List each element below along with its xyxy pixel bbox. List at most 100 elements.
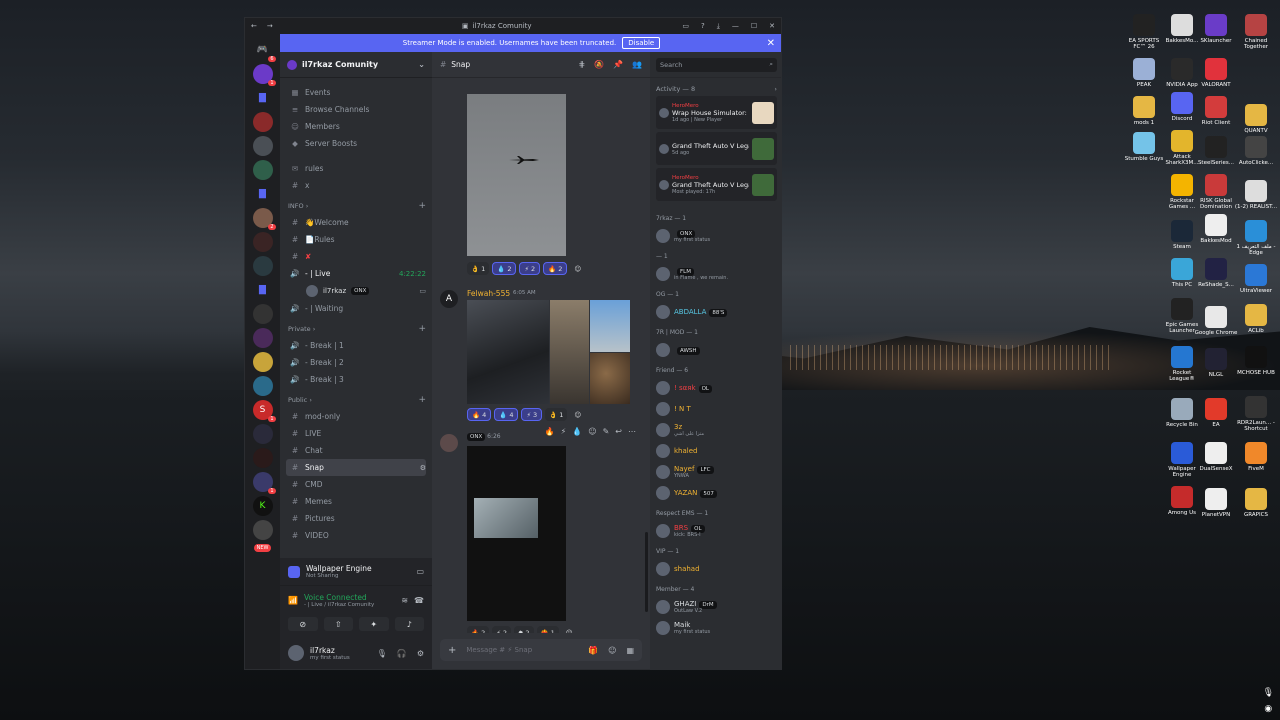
desktop-shortcut[interactable]: (1-2) REALIST... (1234, 180, 1278, 210)
reaction[interactable]: 👌 1 (545, 408, 568, 421)
channel-pictures[interactable]: # Pictures (286, 510, 426, 527)
member-list-icon[interactable]: 👥 (632, 60, 642, 69)
activity-card[interactable]: HeroMeroWrap House Simulator: Pro...1d a… (656, 96, 777, 129)
disconnect-icon[interactable]: ☎ (414, 596, 424, 605)
server-icon[interactable] (252, 256, 273, 276)
desktop-shortcut[interactable]: SKlauncher (1194, 14, 1238, 44)
activity-card[interactable]: HeroMeroGrand Theft Auto V LegacyMost pl… (656, 168, 777, 201)
wallpaper-engine-activity[interactable]: Wallpaper Engine Not Sharing ▭ (280, 558, 432, 586)
discord-home-icon[interactable]: 🎮 6 (253, 40, 276, 62)
channel-mod-only[interactable]: # mod-only (286, 408, 426, 425)
attachment-video[interactable] (467, 446, 566, 621)
desktop-shortcut[interactable]: PlanetVPN (1194, 488, 1238, 518)
reaction[interactable]: 🔥 2 (543, 262, 568, 275)
reaction[interactable]: 💧 2 (492, 262, 517, 275)
member-item[interactable]: shahad (650, 558, 781, 579)
server-icon[interactable] (252, 232, 273, 252)
mute-icon[interactable]: 🔕 (594, 60, 604, 69)
desktop-shortcut[interactable]: EA (1194, 398, 1238, 428)
voice-member[interactable]: il7rkaz ONX ▭ (286, 282, 426, 300)
desktop-shortcut[interactable]: VALORANT (1194, 58, 1238, 88)
desktop-shortcut[interactable]: ReShade_S... (1194, 258, 1238, 288)
desktop-shortcut[interactable]: RISK Global Domination (1194, 174, 1238, 211)
plus-icon[interactable]: + (418, 395, 426, 405)
reaction-fire-icon[interactable]: 🔥 (545, 427, 555, 436)
camera-button[interactable]: ⊘ (288, 617, 318, 631)
banner-close-icon[interactable]: ✕ (767, 38, 775, 49)
server-icon[interactable]: 1 (252, 472, 276, 494)
folder-icon[interactable]: ▇ (253, 280, 273, 300)
activities-button[interactable]: ✦ (359, 617, 389, 631)
desktop-shortcut[interactable]: FiveM (1234, 442, 1278, 472)
channel-memes[interactable]: # Memes (286, 493, 426, 510)
settings-icon[interactable]: ⚙ (417, 649, 424, 658)
reaction[interactable]: 🔥 2 (467, 626, 490, 633)
add-reaction-icon[interactable]: ☺ (588, 427, 596, 436)
channel-snap[interactable]: # Snap ⚙ (286, 459, 426, 476)
server-icon[interactable] (252, 520, 273, 540)
reply-icon[interactable]: ↩ (615, 427, 622, 436)
server-icon[interactable] (252, 160, 273, 180)
category-public[interactable]: Public › + (286, 392, 426, 408)
microphone-tray-icon[interactable]: 🎙 (1263, 688, 1274, 698)
reaction[interactable]: 💧 4 (494, 408, 519, 421)
folder-icon[interactable]: ▇ (253, 184, 273, 204)
server-header[interactable]: il7rkaz Comunity ⌄ (280, 52, 432, 78)
channel-emoji[interactable]: # ✘ (286, 248, 426, 265)
channel-video[interactable]: # VIDEO (286, 527, 426, 544)
reaction[interactable]: 🔥 4 (467, 408, 492, 421)
channel-welcome[interactable]: # 👋Welcome (286, 214, 426, 231)
desktop-shortcut[interactable]: AutoClicke... (1234, 136, 1278, 166)
member-item[interactable]: 3z متزا على اشي (650, 419, 781, 440)
desktop-shortcut[interactable]: Google Chrome (1194, 306, 1238, 336)
search-input[interactable]: Search ⌕ (656, 57, 777, 72)
desktop-shortcut[interactable]: QUANTV (1234, 104, 1278, 134)
nav-browse-channels[interactable]: ≡ Browse Channels (286, 101, 426, 118)
back-icon[interactable]: ← (251, 22, 257, 30)
desktop-shortcut[interactable]: MCHOSE HUB (1234, 346, 1278, 376)
server-icon[interactable]: 2 (252, 208, 276, 230)
plus-icon[interactable]: + (418, 201, 426, 211)
member-item[interactable]: YAZAN 507 (650, 482, 781, 503)
kick-server-icon[interactable]: K (252, 496, 273, 516)
gift-icon[interactable]: 🎁 (588, 646, 598, 655)
desktop-shortcut[interactable]: SteelSeries... (1194, 136, 1238, 166)
soundboard-button[interactable]: ♪ (394, 617, 424, 631)
member-item[interactable]: FLM in Flame , we remain. (650, 263, 781, 284)
invite-icon[interactable]: ⚙ (420, 464, 426, 472)
category-private[interactable]: Private › + (286, 321, 426, 337)
voice-connected-status[interactable]: 📶 Voice Connected - | Live / il7rkaz Comun… (280, 586, 432, 614)
desktop-shortcut[interactable]: ملف التعريف 1 - Edge (1234, 220, 1278, 257)
server-icon[interactable] (252, 304, 273, 324)
member-item[interactable]: Maik my first status (650, 617, 781, 638)
member-item[interactable]: AWSH (650, 339, 781, 360)
member-item[interactable]: ! ѕαяk OL (650, 377, 781, 398)
reaction[interactable]: ⚡ 2 (492, 626, 511, 633)
gallery-image[interactable] (590, 300, 630, 352)
activity-card[interactable]: Grand Theft Auto V Legacy5d ago (656, 132, 777, 165)
nav-members[interactable]: ☺ Members (286, 118, 426, 135)
channel-rules-info[interactable]: # 📄Rules (286, 231, 426, 248)
close-button[interactable]: ✕ (769, 22, 775, 31)
desktop-shortcut[interactable]: GRAPICS (1234, 488, 1278, 518)
desktop-shortcut[interactable]: NLGL (1194, 348, 1238, 378)
avatar[interactable] (440, 434, 458, 452)
avatar[interactable]: A (440, 290, 458, 308)
nav-server-boosts[interactable]: ◆ Server Boosts (286, 135, 426, 152)
member-item[interactable]: ONX my first status (650, 225, 781, 246)
headphones-icon[interactable]: 🎧 (397, 649, 407, 658)
member-item[interactable]: GHAZI DrM OutLaw V.2 (650, 596, 781, 617)
server-icon[interactable] (252, 448, 273, 468)
gallery-image[interactable] (590, 352, 630, 404)
reaction[interactable]: ⚡ 3 (521, 408, 543, 421)
disable-button[interactable]: Disable (622, 37, 661, 49)
folder-icon[interactable]: ▇ (253, 88, 273, 108)
reaction[interactable]: ✸ 2 (513, 626, 534, 633)
voice-channel-waiting[interactable]: 🔊 - | Waiting (286, 300, 426, 317)
threads-icon[interactable]: ⋕ (578, 60, 585, 69)
server-icon[interactable] (252, 112, 273, 132)
category-info[interactable]: INFO › + (286, 198, 426, 214)
share-screen-icon[interactable]: ▭ (416, 567, 424, 576)
add-reaction-icon[interactable]: ☺ (562, 626, 577, 634)
more-icon[interactable]: ⋯ (628, 427, 636, 436)
